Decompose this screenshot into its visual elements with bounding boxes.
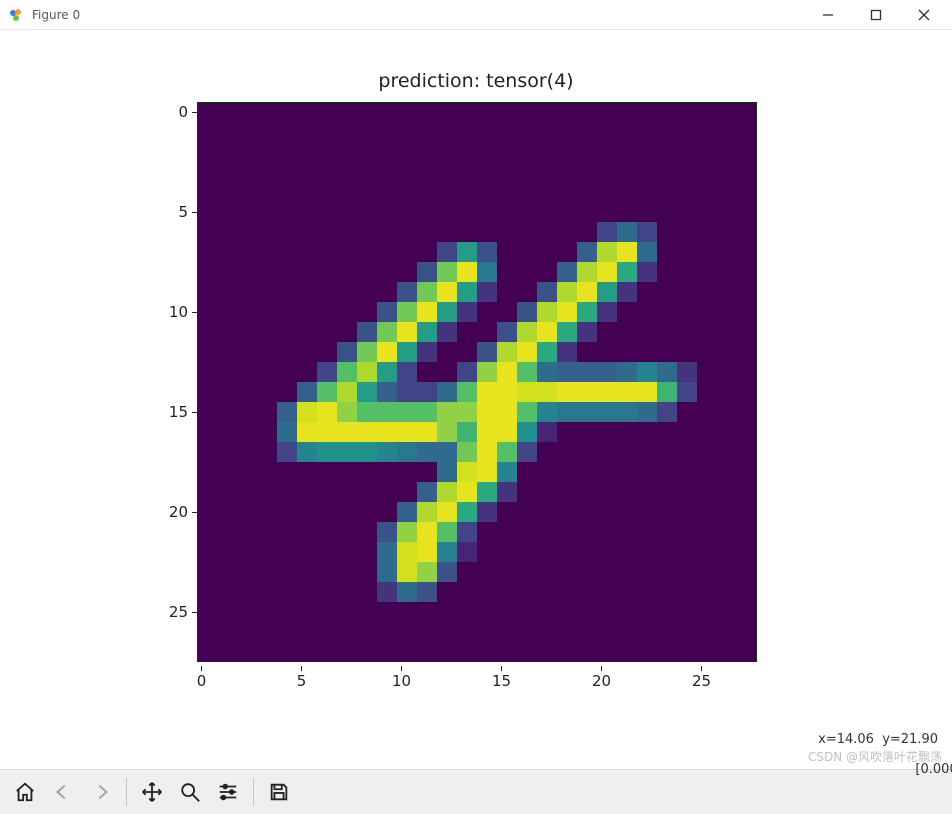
figure-window: Figure 0 prediction: tensor(4) 0 5 10 15 20 2… [0, 0, 952, 814]
toolbar-separator [253, 778, 254, 806]
app-icon [8, 7, 24, 23]
minimize-button[interactable] [816, 3, 840, 27]
back-button[interactable] [46, 775, 80, 809]
x-tick: 20 [601, 666, 602, 671]
y-axis: 0 5 10 15 20 25 [131, 102, 197, 662]
y-tick: 10 [169, 303, 197, 321]
heatmap-canvas[interactable] [197, 102, 757, 662]
xy-readout: x=14.06 y=21.90 [818, 732, 938, 747]
cursor-coordinates: x=14.06 y=21.90 [0.000] [793, 717, 938, 792]
title-bar: Figure 0 [0, 0, 952, 30]
figure-canvas-area: prediction: tensor(4) 0 5 10 15 20 25 0 5 10 15 2… [0, 30, 952, 769]
zoom-button[interactable] [173, 775, 207, 809]
toolbar-separator [126, 778, 127, 806]
save-button[interactable] [262, 775, 296, 809]
chart-title: prediction: tensor(4) [131, 70, 821, 92]
window-controls [816, 3, 944, 27]
configure-subplots-button[interactable] [211, 775, 245, 809]
axes: prediction: tensor(4) 0 5 10 15 20 25 0 5 10 15 2… [131, 70, 821, 694]
x-tick: 15 [501, 666, 502, 671]
pan-button[interactable] [135, 775, 169, 809]
x-tick: 0 [201, 666, 202, 671]
forward-button[interactable] [84, 775, 118, 809]
window-title: Figure 0 [32, 8, 816, 22]
x-tick: 25 [701, 666, 702, 671]
home-button[interactable] [8, 775, 42, 809]
y-tick: 5 [178, 203, 197, 221]
y-tick: 20 [169, 503, 197, 521]
close-button[interactable] [912, 3, 936, 27]
heatmap-image[interactable] [197, 102, 757, 662]
value-readout: [0.000] [818, 762, 952, 777]
maximize-button[interactable] [864, 3, 888, 27]
x-tick: 10 [401, 666, 402, 671]
nav-toolbar: x=14.06 y=21.90 [0.000] [0, 769, 952, 814]
y-tick: 0 [178, 103, 197, 121]
y-tick: 25 [169, 603, 197, 621]
y-tick: 15 [169, 403, 197, 421]
x-tick: 5 [301, 666, 302, 671]
x-axis: 0 5 10 15 20 25 [131, 666, 751, 694]
